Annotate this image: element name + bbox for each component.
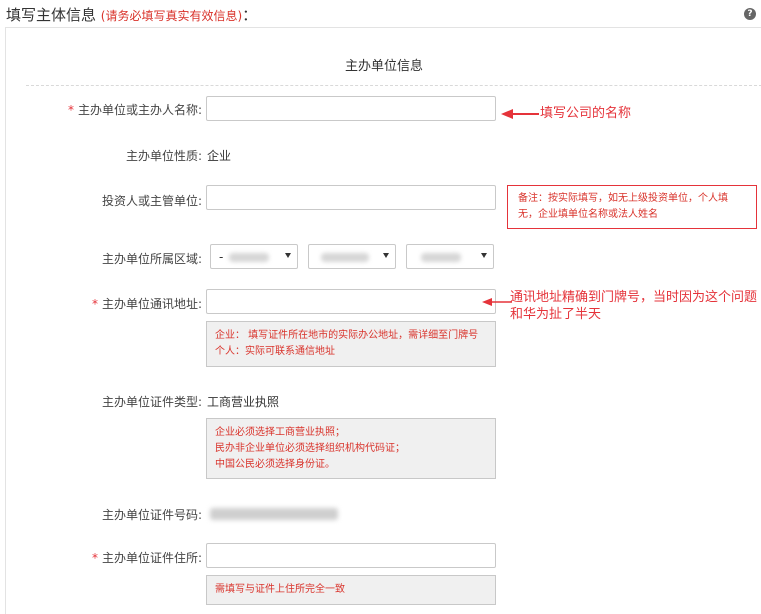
name-label: * 主办单位或主办人名称: [67,103,202,117]
redacted-value [321,253,369,262]
page-title: 填写主体信息 (请务必填写真实有效信息)： [6,4,257,25]
cert-type-value: 工商营业执照 [207,395,280,409]
address-label: * 主办单位通讯地址: [91,297,202,311]
section-title: 主办单位信息 [344,59,423,74]
page-header: 填写主体信息 (请务必填写真实有效信息)： ? [0,0,761,26]
chevron-down-icon [383,253,389,258]
nature-value: 企业 [207,149,232,163]
title-colon: ： [242,6,258,24]
investor-note: 备注：按实际填写，如无上级投资单位，个人填无，企业填单位名称或法人姓名 [507,185,757,229]
address-annotation: 通讯地址精确到门牌号，当时因为这个问题 和华为扯了半天 [510,290,758,322]
chevron-down-icon [285,253,291,258]
name-input[interactable] [206,96,496,121]
cert-address-hint: 需填写与证件上住所完全一致 [206,575,496,605]
nature-label: 主办单位性质: [125,149,202,163]
name-annotation: 填写公司的名称 [540,106,632,121]
region-label: 主办单位所属区域: [101,252,202,266]
chevron-down-icon [481,253,487,258]
redacted-value [421,253,461,262]
district-select[interactable] [406,244,494,269]
cert-address-input[interactable] [206,543,496,568]
cert-no-label: 主办单位证件号码: [101,508,202,522]
required-mark: * [91,551,98,565]
required-mark: * [91,297,98,311]
city-select[interactable] [308,244,396,269]
annotation-arrow-icon [501,109,539,119]
cert-type-label: 主办单位证件类型: [101,395,202,409]
investor-input[interactable] [206,185,496,210]
address-hint: 企业： 填写证件所在地市的实际办公地址，需详细至门牌号 个人：实际可联系通信地址 [206,321,496,367]
cert-no-redacted-value [210,508,338,520]
title-note: (请务必填写真实有效信息) [100,9,243,23]
form-card: 主办单位信息 * 主办单位或主办人名称: 填写公司的名称 主办单位性质: 企业 投… [5,27,761,614]
address-input[interactable] [206,289,496,314]
title-text: 填写主体信息 [6,6,97,24]
redacted-value [229,253,269,262]
cert-type-hint: 企业必须选择工商营业执照； 民办非企业单位必须选择组织机构代码证； 中国公民必须… [206,418,496,479]
province-select-value: - [219,250,224,264]
investor-label: 投资人或主管单位: [101,194,202,208]
province-select[interactable]: - [210,244,298,269]
section-divider [26,85,761,86]
required-mark: * [67,103,74,117]
help-icon[interactable]: ? [744,8,756,20]
cert-address-label: * 主办单位证件住所: [91,551,202,565]
